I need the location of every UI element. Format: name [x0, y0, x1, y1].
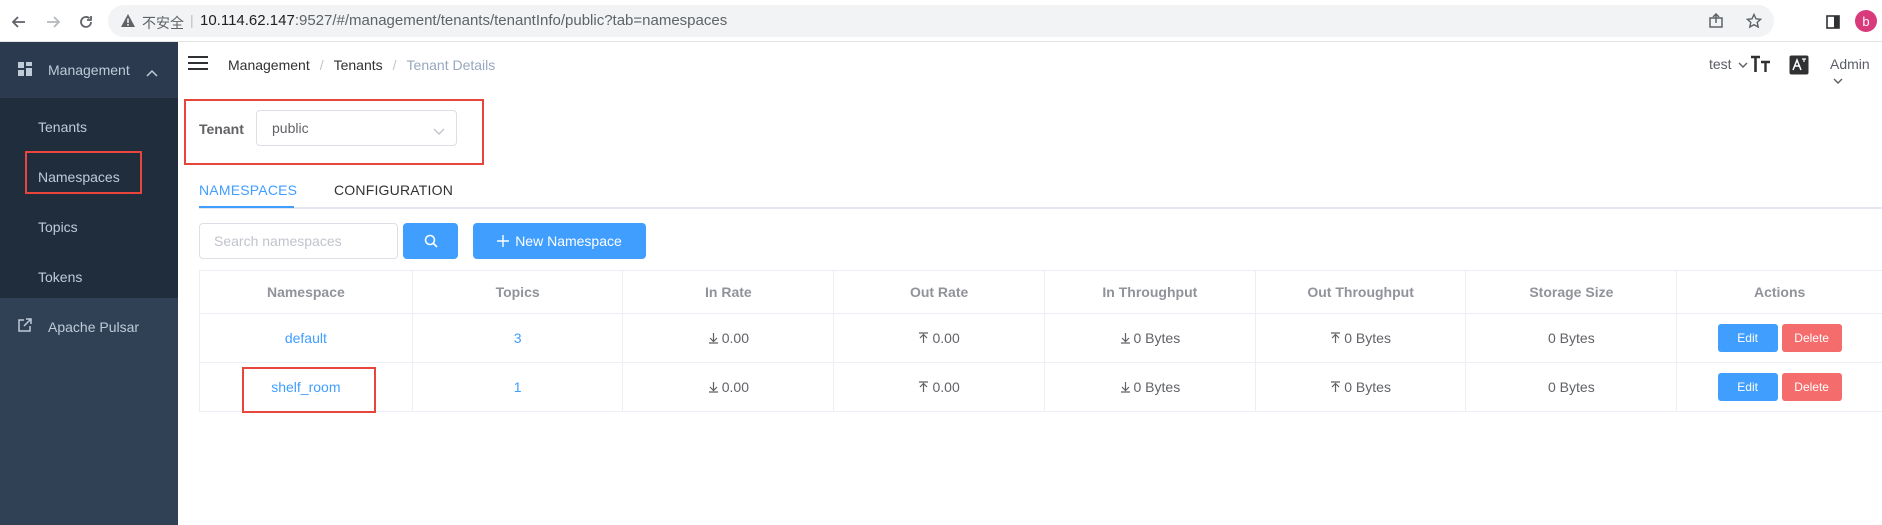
download-icon	[708, 332, 719, 344]
search-button[interactable]	[403, 223, 458, 259]
profile-avatar[interactable]: b	[1855, 10, 1877, 32]
upload-icon	[1330, 381, 1341, 393]
download-icon	[708, 381, 719, 393]
delete-button[interactable]: Delete	[1781, 373, 1842, 401]
sidebar-management-label: Management	[48, 62, 130, 78]
sidebar-item-tenants[interactable]: Tenants	[38, 119, 87, 135]
table-row: default 3 0.00 0.00 0 Bytes 0 Bytes 0 By…	[200, 314, 1882, 363]
column-header-topics: Topics	[412, 271, 624, 314]
namespaces-table: Namespace Topics In Rate Out Rate In Thr…	[199, 270, 1882, 412]
in-throughput-value: 0 Bytes	[1133, 379, 1181, 395]
topics-count-link[interactable]: 1	[514, 379, 522, 395]
column-header-out-rate: Out Rate	[834, 271, 1045, 314]
highlight-box-tenant	[184, 99, 484, 165]
in-rate-value: 0.00	[721, 330, 749, 346]
storage-size-value: 0 Bytes	[1548, 379, 1595, 395]
font-size-icon[interactable]	[1750, 54, 1772, 77]
upload-icon	[918, 381, 929, 393]
new-namespace-label: New Namespace	[515, 233, 622, 249]
tab-active-indicator	[199, 206, 294, 208]
breadcrumb-separator: /	[319, 57, 324, 73]
out-rate-value: 0.00	[932, 379, 960, 395]
tab-configuration[interactable]: CONFIGURATION	[334, 182, 453, 198]
back-icon[interactable]	[8, 11, 30, 33]
hamburger-icon[interactable]	[188, 56, 208, 72]
sidebar-item-tokens[interactable]: Tokens	[38, 269, 82, 285]
download-icon	[1120, 381, 1131, 393]
column-header-in-throughput: In Throughput	[1044, 271, 1256, 314]
search-icon	[424, 234, 438, 248]
breadcrumb-separator: /	[392, 57, 397, 73]
sidebar-item-apache-pulsar[interactable]: Apache Pulsar	[0, 304, 178, 354]
url-text: 10.114.62.147:9527/#/management/tenants/…	[200, 12, 727, 29]
breadcrumb-tenants[interactable]: Tenants	[334, 57, 383, 73]
download-icon	[1120, 332, 1131, 344]
column-header-storage-size: Storage Size	[1466, 271, 1678, 314]
url-path: :9527/#/management/tenants/tenantInfo/pu…	[294, 12, 728, 29]
chevron-down-icon	[1738, 62, 1748, 68]
share-icon[interactable]	[1706, 11, 1726, 31]
chevron-down-icon	[1833, 78, 1843, 84]
highlight-box-sidebar-namespaces	[25, 151, 142, 194]
browser-toolbar: 不安全 | 10.114.62.147:9527/#/management/te…	[0, 0, 1882, 42]
column-header-out-throughput: Out Throughput	[1255, 271, 1467, 314]
security-label: 不安全	[142, 15, 184, 31]
breadcrumb-management[interactable]: Management	[228, 57, 310, 73]
language-icon[interactable]	[1789, 55, 1809, 78]
user-menu[interactable]: Admin	[1830, 56, 1882, 88]
out-throughput-value: 0 Bytes	[1344, 379, 1391, 395]
search-input[interactable]	[199, 223, 398, 259]
dashboard-icon	[18, 62, 32, 79]
column-header-actions: Actions	[1677, 271, 1882, 314]
delete-button[interactable]: Delete	[1781, 324, 1842, 352]
sidebar-management-menu[interactable]: Management	[0, 42, 178, 98]
breadcrumb: Management / Tenants / Tenant Details	[228, 57, 495, 73]
tab-namespaces[interactable]: NAMESPACES	[199, 182, 297, 198]
environment-label: test	[1709, 56, 1732, 72]
url-host: 10.114.62.147	[200, 12, 295, 29]
forward-icon[interactable]	[42, 11, 64, 33]
star-icon[interactable]	[1744, 11, 1764, 31]
new-namespace-button[interactable]: New Namespace	[473, 223, 646, 259]
environment-selector[interactable]: test	[1709, 56, 1748, 72]
edit-button[interactable]: Edit	[1717, 324, 1778, 352]
column-header-in-rate: In Rate	[623, 271, 835, 314]
table-header-row: Namespace Topics In Rate Out Rate In Thr…	[200, 271, 1882, 314]
side-panel-icon[interactable]	[1822, 11, 1844, 33]
upload-icon	[1330, 332, 1341, 344]
storage-size-value: 0 Bytes	[1548, 330, 1595, 346]
reload-icon[interactable]	[75, 11, 97, 33]
breadcrumb-current: Tenant Details	[406, 57, 496, 73]
topics-count-link[interactable]: 3	[514, 330, 522, 346]
user-label: Admin	[1830, 56, 1870, 72]
in-throughput-value: 0 Bytes	[1133, 330, 1181, 346]
table-row: shelf_room 1 0.00 0.00 0 Bytes 0 Bytes 0…	[200, 363, 1882, 412]
column-header-namespace: Namespace	[200, 271, 413, 314]
tab-bar-divider	[199, 207, 1882, 209]
chevron-up-icon	[146, 64, 158, 80]
edit-button[interactable]: Edit	[1717, 373, 1778, 401]
out-rate-value: 0.00	[932, 330, 960, 346]
sidebar-external-label: Apache Pulsar	[48, 319, 140, 335]
plus-icon	[497, 235, 510, 247]
warning-icon	[118, 11, 138, 31]
sidebar: Management Tenants Namespaces Topics Tok…	[0, 42, 178, 525]
upload-icon	[918, 332, 929, 344]
sidebar-item-topics[interactable]: Topics	[38, 219, 78, 235]
sidebar-submenu: Tenants Namespaces Topics Tokens	[0, 98, 178, 298]
out-throughput-value: 0 Bytes	[1344, 330, 1391, 346]
in-rate-value: 0.00	[721, 379, 749, 395]
external-link-icon	[18, 318, 32, 335]
namespace-link[interactable]: default	[285, 330, 327, 346]
highlight-box-shelf-room	[242, 367, 376, 413]
omnibox-divider: |	[190, 12, 194, 28]
address-bar[interactable]: 不安全 | 10.114.62.147:9527/#/management/te…	[108, 5, 1774, 37]
